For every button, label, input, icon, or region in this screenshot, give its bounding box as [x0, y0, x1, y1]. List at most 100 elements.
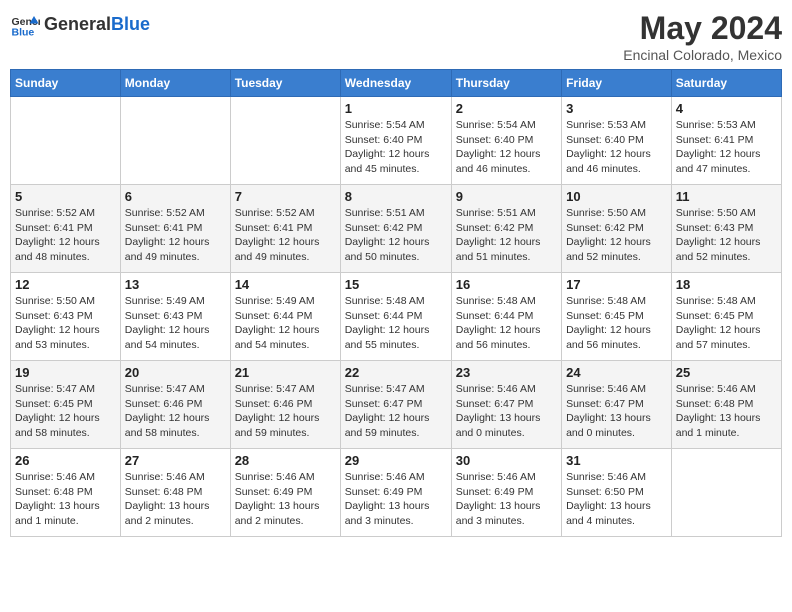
- day-info: Sunrise: 5:52 AMSunset: 6:41 PMDaylight:…: [235, 206, 336, 265]
- day-info: Sunrise: 5:52 AMSunset: 6:41 PMDaylight:…: [15, 206, 116, 265]
- day-number: 23: [456, 365, 557, 380]
- day-info: Sunrise: 5:47 AMSunset: 6:47 PMDaylight:…: [345, 382, 447, 441]
- page-header: General Blue GeneralBlue May 2024 Encina…: [10, 10, 782, 63]
- day-info: Sunrise: 5:46 AMSunset: 6:47 PMDaylight:…: [566, 382, 667, 441]
- day-number: 8: [345, 189, 447, 204]
- calendar-header-row: SundayMondayTuesdayWednesdayThursdayFrid…: [11, 70, 782, 97]
- day-header-tuesday: Tuesday: [230, 70, 340, 97]
- day-info: Sunrise: 5:48 AMSunset: 6:45 PMDaylight:…: [566, 294, 667, 353]
- day-cell: 18 Sunrise: 5:48 AMSunset: 6:45 PMDayligh…: [671, 273, 781, 361]
- week-row-1: 1 Sunrise: 5:54 AMSunset: 6:40 PMDaylight…: [11, 97, 782, 185]
- day-number: 21: [235, 365, 336, 380]
- day-info: Sunrise: 5:48 AMSunset: 6:44 PMDaylight:…: [345, 294, 447, 353]
- day-info: Sunrise: 5:48 AMSunset: 6:44 PMDaylight:…: [456, 294, 557, 353]
- day-cell: 31 Sunrise: 5:46 AMSunset: 6:50 PMDayligh…: [562, 449, 672, 537]
- day-cell: [120, 97, 230, 185]
- logo-blue: Blue: [111, 14, 150, 34]
- day-info: Sunrise: 5:51 AMSunset: 6:42 PMDaylight:…: [345, 206, 447, 265]
- title-block: May 2024 Encinal Colorado, Mexico: [623, 10, 782, 63]
- day-number: 31: [566, 453, 667, 468]
- day-info: Sunrise: 5:53 AMSunset: 6:40 PMDaylight:…: [566, 118, 667, 177]
- day-cell: 3 Sunrise: 5:53 AMSunset: 6:40 PMDaylight…: [562, 97, 672, 185]
- day-cell: 4Sunrise: 5:53 AMSunset: 6:41 PMDaylight…: [671, 97, 781, 185]
- day-cell: 1 Sunrise: 5:54 AMSunset: 6:40 PMDaylight…: [340, 97, 451, 185]
- logo: General Blue GeneralBlue: [10, 10, 150, 40]
- day-number: 6: [125, 189, 226, 204]
- day-cell: [11, 97, 121, 185]
- day-cell: 12 Sunrise: 5:50 AMSunset: 6:43 PMDayligh…: [11, 273, 121, 361]
- day-cell: 28 Sunrise: 5:46 AMSunset: 6:49 PMDayligh…: [230, 449, 340, 537]
- day-header-thursday: Thursday: [451, 70, 561, 97]
- week-row-4: 19Sunrise: 5:47 AMSunset: 6:45 PMDayligh…: [11, 361, 782, 449]
- day-info: Sunrise: 5:46 AMSunset: 6:48 PMDaylight:…: [676, 382, 777, 441]
- day-info: Sunrise: 5:49 AMSunset: 6:44 PMDaylight:…: [235, 294, 336, 353]
- day-number: 7: [235, 189, 336, 204]
- month-year: May 2024: [623, 10, 782, 47]
- day-number: 1: [345, 101, 447, 116]
- day-info: Sunrise: 5:53 AMSunset: 6:41 PMDaylight:…: [676, 118, 777, 177]
- day-cell: 9Sunrise: 5:51 AMSunset: 6:42 PMDaylight…: [451, 185, 561, 273]
- logo-text: GeneralBlue: [44, 15, 150, 35]
- day-info: Sunrise: 5:46 AMSunset: 6:49 PMDaylight:…: [235, 470, 336, 529]
- day-cell: 16Sunrise: 5:48 AMSunset: 6:44 PMDayligh…: [451, 273, 561, 361]
- day-number: 29: [345, 453, 447, 468]
- day-number: 22: [345, 365, 447, 380]
- day-number: 5: [15, 189, 116, 204]
- day-info: Sunrise: 5:54 AMSunset: 6:40 PMDaylight:…: [345, 118, 447, 177]
- day-info: Sunrise: 5:46 AMSunset: 6:48 PMDaylight:…: [125, 470, 226, 529]
- week-row-3: 12 Sunrise: 5:50 AMSunset: 6:43 PMDayligh…: [11, 273, 782, 361]
- day-cell: 30 Sunrise: 5:46 AMSunset: 6:49 PMDayligh…: [451, 449, 561, 537]
- day-cell: 24 Sunrise: 5:46 AMSunset: 6:47 PMDayligh…: [562, 361, 672, 449]
- day-number: 25: [676, 365, 777, 380]
- day-number: 18: [676, 277, 777, 292]
- day-info: Sunrise: 5:46 AMSunset: 6:47 PMDaylight:…: [456, 382, 557, 441]
- calendar-table: SundayMondayTuesdayWednesdayThursdayFrid…: [10, 69, 782, 537]
- svg-text:Blue: Blue: [12, 27, 35, 39]
- day-number: 12: [15, 277, 116, 292]
- day-info: Sunrise: 5:51 AMSunset: 6:42 PMDaylight:…: [456, 206, 557, 265]
- day-info: Sunrise: 5:46 AMSunset: 6:49 PMDaylight:…: [456, 470, 557, 529]
- day-cell: 25 Sunrise: 5:46 AMSunset: 6:48 PMDayligh…: [671, 361, 781, 449]
- week-row-2: 5 Sunrise: 5:52 AMSunset: 6:41 PMDaylight…: [11, 185, 782, 273]
- day-number: 30: [456, 453, 557, 468]
- day-cell: [230, 97, 340, 185]
- day-info: Sunrise: 5:52 AMSunset: 6:41 PMDaylight:…: [125, 206, 226, 265]
- day-number: 28: [235, 453, 336, 468]
- day-info: Sunrise: 5:46 AMSunset: 6:50 PMDaylight:…: [566, 470, 667, 529]
- day-info: Sunrise: 5:50 AMSunset: 6:43 PMDaylight:…: [15, 294, 116, 353]
- day-info: Sunrise: 5:46 AMSunset: 6:49 PMDaylight:…: [345, 470, 447, 529]
- day-cell: 27 Sunrise: 5:46 AMSunset: 6:48 PMDayligh…: [120, 449, 230, 537]
- day-number: 2: [456, 101, 557, 116]
- day-number: 20: [125, 365, 226, 380]
- day-cell: 5 Sunrise: 5:52 AMSunset: 6:41 PMDaylight…: [11, 185, 121, 273]
- day-number: 3: [566, 101, 667, 116]
- day-info: Sunrise: 5:48 AMSunset: 6:45 PMDaylight:…: [676, 294, 777, 353]
- day-cell: 29 Sunrise: 5:46 AMSunset: 6:49 PMDayligh…: [340, 449, 451, 537]
- day-number: 19: [15, 365, 116, 380]
- logo-general: General: [44, 14, 111, 34]
- day-number: 24: [566, 365, 667, 380]
- day-cell: 14 Sunrise: 5:49 AMSunset: 6:44 PMDayligh…: [230, 273, 340, 361]
- day-cell: 15Sunrise: 5:48 AMSunset: 6:44 PMDayligh…: [340, 273, 451, 361]
- location: Encinal Colorado, Mexico: [623, 47, 782, 63]
- day-number: 11: [676, 189, 777, 204]
- day-header-sunday: Sunday: [11, 70, 121, 97]
- day-number: 13: [125, 277, 226, 292]
- day-number: 27: [125, 453, 226, 468]
- day-info: Sunrise: 5:46 AMSunset: 6:48 PMDaylight:…: [15, 470, 116, 529]
- day-number: 14: [235, 277, 336, 292]
- day-info: Sunrise: 5:50 AMSunset: 6:43 PMDaylight:…: [676, 206, 777, 265]
- day-header-saturday: Saturday: [671, 70, 781, 97]
- day-info: Sunrise: 5:54 AMSunset: 6:40 PMDaylight:…: [456, 118, 557, 177]
- day-number: 10: [566, 189, 667, 204]
- day-cell: 13 Sunrise: 5:49 AMSunset: 6:43 PMDayligh…: [120, 273, 230, 361]
- day-header-friday: Friday: [562, 70, 672, 97]
- day-cell: 2 Sunrise: 5:54 AMSunset: 6:40 PMDaylight…: [451, 97, 561, 185]
- day-number: 17: [566, 277, 667, 292]
- day-cell: 8 Sunrise: 5:51 AMSunset: 6:42 PMDaylight…: [340, 185, 451, 273]
- day-header-monday: Monday: [120, 70, 230, 97]
- day-cell: 21Sunrise: 5:47 AMSunset: 6:46 PMDayligh…: [230, 361, 340, 449]
- day-cell: 10Sunrise: 5:50 AMSunset: 6:42 PMDayligh…: [562, 185, 672, 273]
- day-info: Sunrise: 5:49 AMSunset: 6:43 PMDaylight:…: [125, 294, 226, 353]
- week-row-5: 26Sunrise: 5:46 AMSunset: 6:48 PMDayligh…: [11, 449, 782, 537]
